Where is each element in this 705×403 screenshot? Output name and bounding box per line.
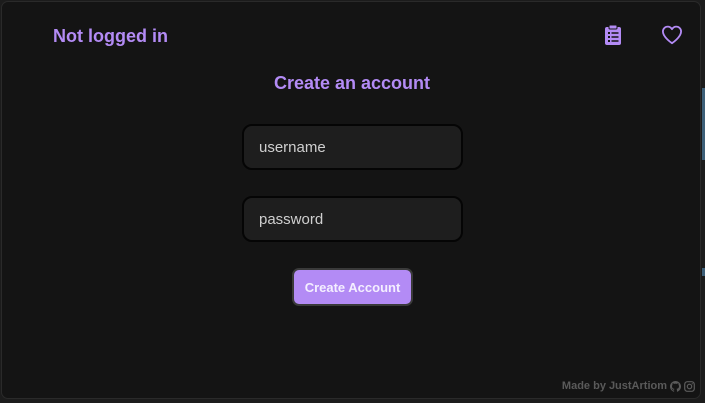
username-input[interactable] bbox=[242, 124, 463, 170]
footer-prefix: Made by bbox=[561, 380, 606, 392]
login-status-label: Not logged in bbox=[53, 26, 168, 46]
instagram-icon[interactable] bbox=[684, 380, 695, 392]
clipboard-button[interactable] bbox=[600, 22, 626, 48]
heart-outline-icon bbox=[662, 25, 682, 45]
github-icon[interactable] bbox=[670, 380, 681, 392]
form-heading: Create an account bbox=[273, 73, 431, 93]
favorites-button[interactable] bbox=[659, 22, 685, 48]
footer-credits: Made by JustArtiom bbox=[562, 380, 695, 392]
create-account-button[interactable]: Create Account bbox=[292, 268, 413, 306]
clipboard-list-icon bbox=[605, 24, 621, 45]
password-input[interactable] bbox=[242, 196, 463, 242]
extension-popup: Not logged in Create an account Create A… bbox=[1, 1, 701, 399]
author-link[interactable]: JustArtiom bbox=[609, 380, 667, 392]
